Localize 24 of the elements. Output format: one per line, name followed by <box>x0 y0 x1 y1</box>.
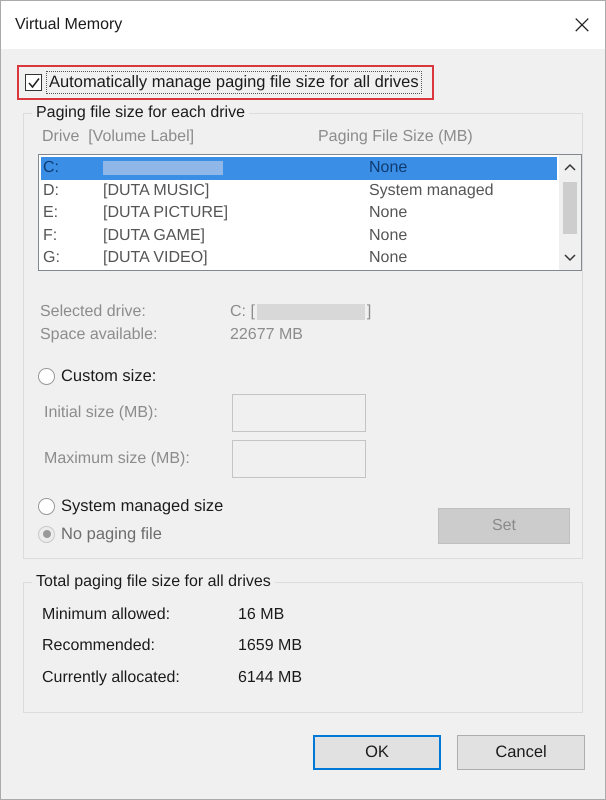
info-label: Space available: <box>39 326 158 344</box>
group-title: Total paging file size for all drives <box>35 573 272 591</box>
ok-button[interactable]: OK <box>313 734 441 770</box>
field-label: Initial size (MB): <box>44 404 159 422</box>
info-value: 1659 MB <box>238 637 302 656</box>
scroll-up-icon[interactable] <box>564 163 576 171</box>
info-label: Recommended: <box>42 637 156 656</box>
info-value: 6144 MB <box>238 668 302 687</box>
info-label: Currently allocated: <box>42 668 181 687</box>
column-header: Paging File Size (MB) <box>318 128 473 146</box>
scroll-down-icon[interactable] <box>564 254 576 262</box>
checkbox[interactable] <box>25 74 42 91</box>
field-label: Maximum size (MB): <box>44 450 191 468</box>
info-label: Selected drive: <box>39 303 147 321</box>
group-title: Paging file size for each drive <box>35 104 246 122</box>
cancel-button[interactable]: Cancel <box>457 734 585 770</box>
window-title: Virtual Memory <box>15 16 122 34</box>
info-value: ] <box>366 303 372 321</box>
info-value: 16 MB <box>238 606 284 624</box>
info-value: 22677 MB <box>230 326 303 344</box>
info-value: C: [ <box>230 303 255 321</box>
close-button[interactable]: × <box>559 2 605 48</box>
column-header: Drive [Volume Label] <box>42 128 196 146</box>
info-label: Minimum allowed: <box>42 606 172 624</box>
